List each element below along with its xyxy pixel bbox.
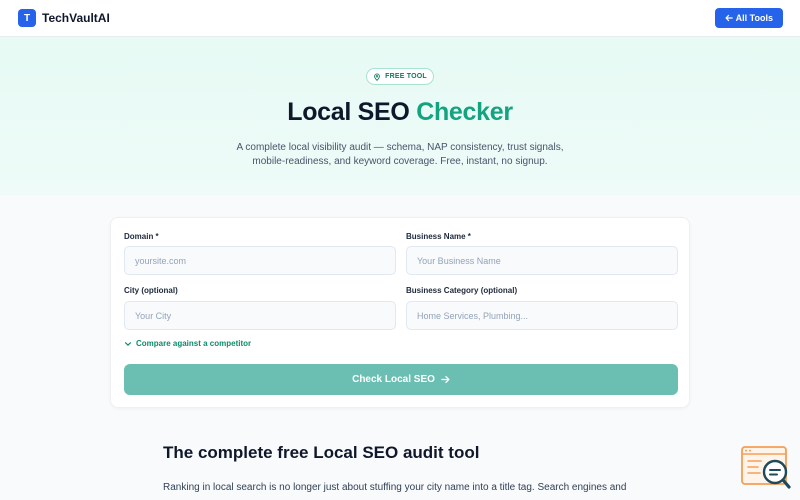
location-pin-icon <box>374 73 380 81</box>
hero-section: FREE TOOL Local SEO Checker A complete l… <box>0 37 800 195</box>
business-name-label: Business Name * <box>406 232 471 241</box>
domain-input[interactable] <box>124 246 396 275</box>
top-navigation-bar: T TechVaultAI All Tools <box>0 0 800 37</box>
submit-label: Check Local SEO <box>352 374 435 385</box>
hero-description: A complete local visibility audit — sche… <box>200 141 600 169</box>
business-name-input[interactable] <box>406 246 678 275</box>
description-line-1: A complete local visibility audit — sche… <box>236 142 564 153</box>
page-title: Local SEO Checker <box>0 98 800 127</box>
brand-name: TechVaultAI <box>42 11 110 25</box>
brand-logo-letter: T <box>23 12 31 24</box>
article-intro: Ranking in local search is no longer jus… <box>163 482 627 493</box>
brand-link[interactable]: T TechVaultAI <box>18 9 110 27</box>
title-main: Local SEO <box>287 98 417 126</box>
compare-competitor-toggle[interactable]: Compare against a competitor <box>124 339 251 348</box>
check-local-seo-button[interactable]: Check Local SEO <box>124 364 678 395</box>
city-input[interactable] <box>124 301 396 330</box>
city-label: City (optional) <box>124 286 178 295</box>
business-category-input[interactable] <box>406 301 678 330</box>
article-heading: The complete free Local SEO audit tool <box>163 443 480 462</box>
chevron-down-icon <box>125 341 131 346</box>
description-line-2: mobile-readiness, and keyword coverage. … <box>252 156 548 167</box>
brand-logo: T <box>18 9 36 27</box>
free-tool-badge: FREE TOOL <box>366 68 434 85</box>
arrow-right-icon <box>441 375 450 384</box>
compare-competitor-label: Compare against a competitor <box>136 339 252 348</box>
search-assistant-icon <box>741 446 791 489</box>
domain-label: Domain * <box>124 232 159 241</box>
all-tools-button[interactable]: All Tools <box>714 8 783 28</box>
all-tools-label: All Tools <box>735 13 773 23</box>
seo-checker-form: Domain * Business Name * City (optional)… <box>110 217 690 408</box>
title-accent: Checker <box>416 98 513 126</box>
badge-label: FREE TOOL <box>385 73 427 80</box>
floating-assistant-widget[interactable] <box>741 446 791 492</box>
business-category-label: Business Category (optional) <box>406 286 518 295</box>
arrow-left-icon <box>725 14 733 22</box>
